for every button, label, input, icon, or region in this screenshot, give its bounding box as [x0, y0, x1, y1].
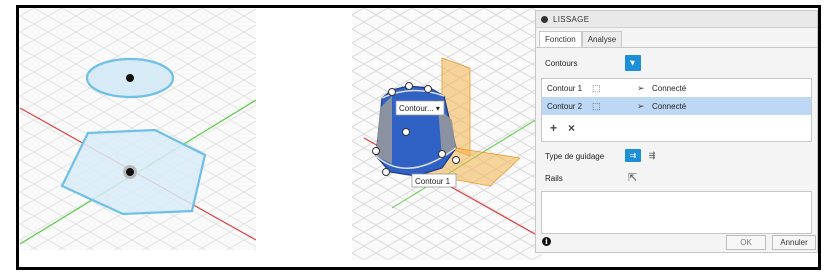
centerline-guide-icon[interactable]: ⇶: [644, 149, 660, 162]
remove-contour-button[interactable]: ×: [568, 121, 575, 135]
profile-vertex[interactable]: [388, 88, 396, 96]
profile-vertex[interactable]: [438, 150, 446, 158]
profile-vertex[interactable]: [382, 168, 390, 176]
profile-vertex[interactable]: [405, 82, 413, 90]
info-icon[interactable]: i: [542, 237, 551, 246]
contour-tooltip: Contour 1: [411, 173, 457, 188]
right-viewport[interactable]: Contour... ▾ Contour 1: [352, 8, 542, 260]
ok-button[interactable]: OK: [726, 235, 766, 250]
collapse-dot-icon[interactable]: [541, 15, 548, 23]
dialog-title: LISSAGE: [553, 14, 590, 24]
left-scene: [20, 8, 256, 250]
loft-dialog: LISSAGE Fonction Analyse Contours Contou…: [535, 10, 818, 253]
hexagon-center-point[interactable]: [126, 168, 134, 176]
connected-arrow-icon: ➢: [637, 100, 645, 111]
contour-tooltip-label: Contour 1: [415, 177, 451, 186]
contours-table: Contour 1 ⬚ ➢ Connecté Contour 2 ⬚ ➢ Con…: [541, 78, 812, 142]
tab-divider: [536, 47, 817, 48]
contour-name: Contour 2: [547, 101, 583, 111]
profile-icon: ⬚: [592, 82, 601, 93]
rails-list[interactable]: [541, 191, 812, 234]
guide-type-label: Type de guidage: [545, 152, 605, 161]
profile-vertex[interactable]: [452, 156, 460, 164]
tab-fonction[interactable]: Fonction: [539, 31, 582, 47]
ellipse-center-point[interactable]: [126, 74, 134, 82]
contours-label: Contours: [545, 59, 578, 68]
add-contour-button[interactable]: +: [550, 121, 557, 135]
contours-select-button[interactable]: [625, 55, 641, 71]
rails-guide-icon[interactable]: ⇉: [625, 149, 641, 162]
profile-vertex[interactable]: [424, 85, 432, 93]
contour-dropdown-label: Contour... ▾: [399, 104, 440, 113]
cancel-button[interactable]: Annuler: [772, 235, 816, 250]
contour-status: Connecté: [652, 83, 687, 93]
connected-arrow-icon: ➢: [637, 82, 645, 93]
table-row[interactable]: Contour 2 ⬚ ➢ Connecté: [542, 97, 811, 115]
cursor-arrow-icon[interactable]: ⇱: [628, 171, 637, 184]
left-viewport[interactable]: [20, 8, 256, 250]
table-row[interactable]: Contour 1 ⬚ ➢ Connecté: [542, 79, 811, 97]
contour-status: Connecté: [652, 101, 687, 111]
contour-tools: + ×: [550, 121, 575, 135]
dialog-tabs: Fonction Analyse: [539, 31, 623, 47]
profile-icon: ⬚: [592, 100, 601, 111]
profile-vertex[interactable]: [402, 128, 410, 136]
dialog-title-bar[interactable]: LISSAGE: [536, 11, 817, 28]
contour-dropdown[interactable]: Contour... ▾: [395, 100, 445, 116]
dialog-footer: i OK Annuler: [536, 234, 817, 252]
rails-label: Rails: [545, 174, 563, 183]
tab-analyse[interactable]: Analyse: [581, 31, 623, 47]
profile-vertex[interactable]: [372, 147, 380, 155]
right-scene: Contour... ▾ Contour 1: [352, 8, 542, 260]
contour-name: Contour 1: [547, 83, 583, 93]
